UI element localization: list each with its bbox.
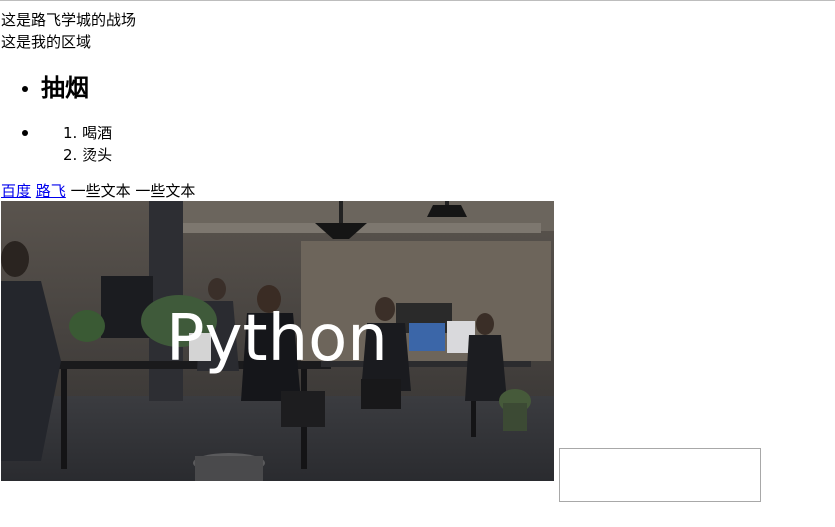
ordered-list-item-label: 烫头 [82, 146, 113, 164]
paragraph-my-area: 这是我的区域 [1, 33, 92, 51]
links-row: 百度 路飞 一些文本 一些文本 [1, 182, 195, 200]
paragraph-battlefield: 这是路飞学城的战场 [1, 11, 137, 29]
office-photo: Python [1, 201, 554, 481]
link-luffy[interactable]: 路飞 [36, 182, 66, 200]
ordered-list-item-label: 喝酒 [82, 124, 113, 142]
ordered-list-item: 1. 喝酒 [63, 124, 113, 142]
list-bullet [22, 130, 28, 136]
text-input[interactable] [559, 448, 761, 502]
inline-text: 一些文本 [70, 182, 131, 200]
list-bullet [22, 86, 28, 92]
ordered-list-item: 2. 烫头 [63, 146, 113, 164]
list-item-heading-smoking: 抽烟 [41, 74, 89, 102]
link-baidu[interactable]: 百度 [1, 182, 31, 200]
image-overlay-text: Python [166, 302, 388, 376]
inline-text: 一些文本 [135, 182, 196, 200]
top-divider [0, 0, 835, 1]
